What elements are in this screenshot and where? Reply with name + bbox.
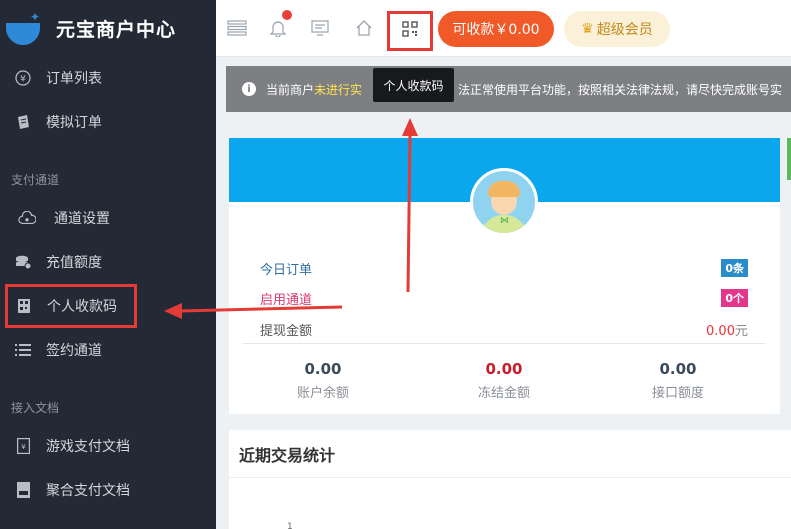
annotation-arrows (164, 118, 418, 319)
arrow-left (164, 303, 343, 319)
arrow-up (402, 118, 418, 293)
